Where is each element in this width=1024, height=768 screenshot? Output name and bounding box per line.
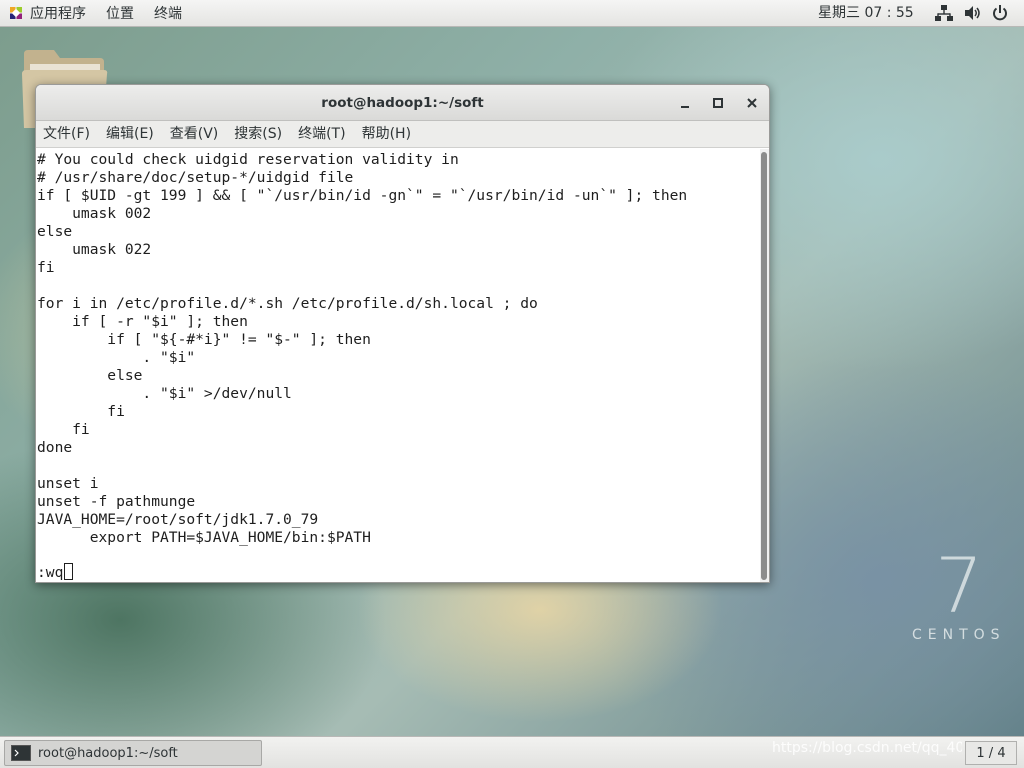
terminal-window[interactable]: root@hadoop1:~/soft 文件(F) 编辑(E) 查看(V) 搜索… bbox=[35, 84, 770, 583]
terminal-line: if [ -r "$i" ]; then bbox=[37, 313, 248, 330]
terminal-line: umask 002 bbox=[37, 205, 152, 222]
vi-command-text: :wq bbox=[37, 564, 64, 581]
terminal-line: unset -f pathmunge bbox=[37, 493, 196, 510]
terminal-line: fi bbox=[37, 259, 55, 276]
terminal-line: JAVA_HOME=/root/soft/jdk1.7.0_79 bbox=[37, 511, 319, 528]
centos-wordmark: CENTOS bbox=[912, 627, 1006, 643]
applications-menu[interactable]: 应用程序 bbox=[0, 0, 96, 27]
terminal-line: if [ $UID -gt 199 ] && [ "`/usr/bin/id -… bbox=[37, 187, 688, 204]
network-icon[interactable] bbox=[935, 4, 953, 22]
terminal-line: umask 022 bbox=[37, 241, 152, 258]
taskbar-item-label: root@hadoop1:~/soft bbox=[38, 745, 178, 761]
terminal-line: # You could check uidgid reservation val… bbox=[37, 151, 459, 168]
terminal-line: fi bbox=[37, 403, 125, 420]
clock[interactable]: 星期三 07 : 55 bbox=[818, 0, 914, 27]
window-title: root@hadoop1:~/soft bbox=[321, 95, 484, 111]
window-titlebar[interactable]: root@hadoop1:~/soft bbox=[36, 85, 769, 121]
terminal-app-menu-label: 终端 bbox=[154, 6, 182, 22]
terminal-line: export PATH=$JAVA_HOME/bin:$PATH bbox=[37, 529, 371, 546]
power-icon[interactable] bbox=[991, 4, 1009, 22]
menu-view[interactable]: 查看(V) bbox=[162, 121, 227, 148]
close-icon[interactable] bbox=[743, 94, 761, 112]
terminal-menubar: 文件(F) 编辑(E) 查看(V) 搜索(S) 终端(T) 帮助(H) bbox=[36, 121, 769, 148]
terminal-line: fi bbox=[37, 421, 90, 438]
terminal-line: else bbox=[37, 223, 73, 240]
terminal-line: for i in /etc/profile.d/*.sh /etc/profil… bbox=[37, 295, 538, 312]
menu-search[interactable]: 搜索(S) bbox=[226, 121, 290, 148]
places-menu-label: 位置 bbox=[106, 6, 134, 22]
applications-menu-label: 应用程序 bbox=[30, 6, 86, 22]
menu-help[interactable]: 帮助(H) bbox=[354, 121, 419, 148]
watermark-text: https://blog.csdn.net/qq_40415864 bbox=[772, 740, 962, 756]
text-cursor bbox=[64, 563, 74, 580]
maximize-icon[interactable] bbox=[709, 94, 727, 112]
centos-logo-icon bbox=[8, 5, 24, 21]
terminal-line: if [ "${-#*i}" != "$-" ]; then bbox=[37, 331, 371, 348]
scrollbar-thumb[interactable] bbox=[761, 152, 767, 580]
centos-version-mark: 7 bbox=[935, 541, 984, 630]
terminal-line: # /usr/share/doc/setup-*/uidgid file bbox=[37, 169, 354, 186]
menu-edit[interactable]: 编辑(E) bbox=[98, 121, 162, 148]
terminal-scrollbar[interactable] bbox=[760, 149, 769, 582]
terminal-icon bbox=[11, 745, 31, 761]
taskbar-terminal-item[interactable]: root@hadoop1:~/soft bbox=[4, 740, 262, 766]
terminal-app-menu[interactable]: 终端 bbox=[144, 0, 192, 27]
terminal-line: . "$i" >/dev/null bbox=[37, 385, 292, 402]
terminal-line: . "$i" bbox=[37, 349, 196, 366]
workspace-indicator[interactable]: 1 / 4 bbox=[965, 741, 1017, 765]
terminal-line: done bbox=[37, 439, 73, 456]
menu-file[interactable]: 文件(F) bbox=[36, 121, 98, 148]
terminal-line: unset i bbox=[37, 475, 99, 492]
minimize-icon[interactable] bbox=[676, 94, 694, 112]
volume-icon[interactable] bbox=[963, 4, 981, 22]
menu-terminal[interactable]: 终端(T) bbox=[290, 121, 353, 148]
top-panel: 应用程序 位置 终端 星期三 07 : 55 bbox=[0, 0, 1024, 27]
terminal-text-area[interactable]: # You could check uidgid reservation val… bbox=[36, 149, 760, 582]
vi-command-line[interactable]: :wq bbox=[37, 563, 74, 581]
places-menu[interactable]: 位置 bbox=[96, 0, 144, 27]
terminal-line: else bbox=[37, 367, 143, 384]
